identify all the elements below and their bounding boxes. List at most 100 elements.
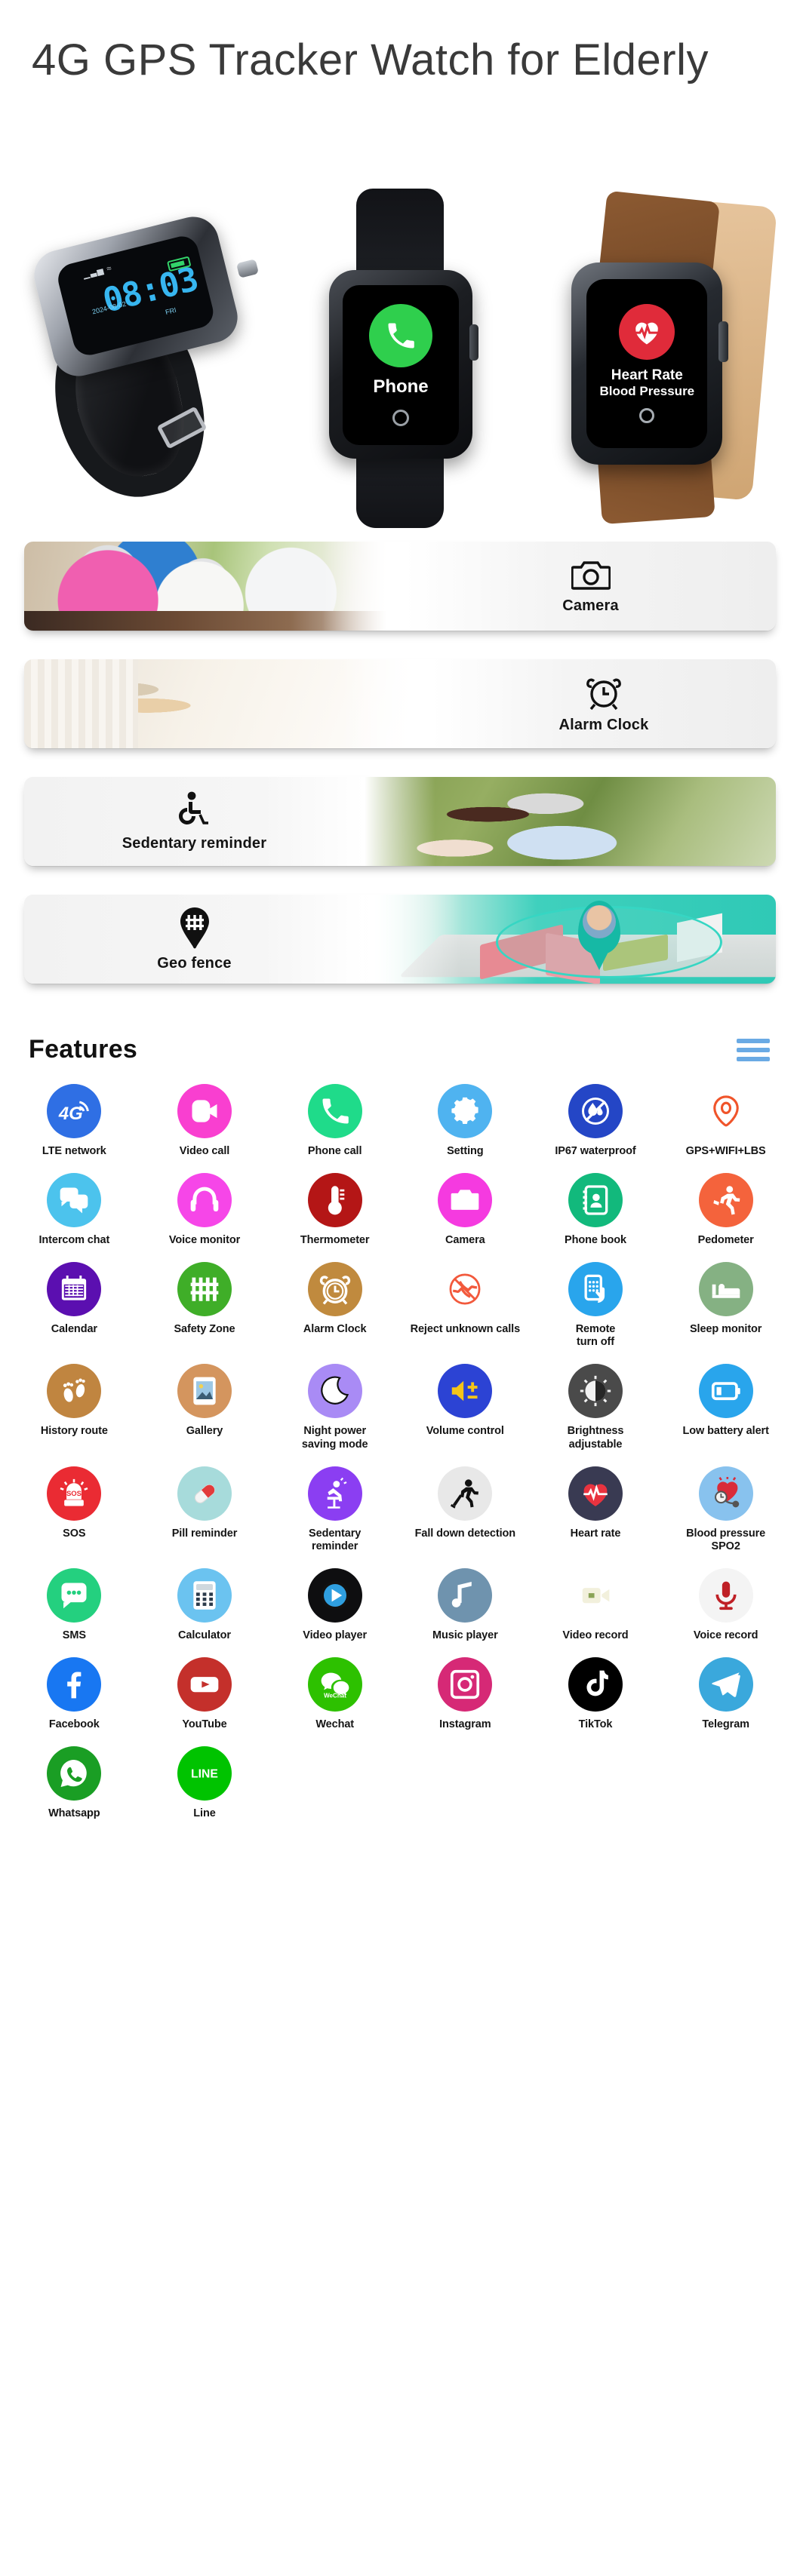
feature-item[interactable]: Pill reminder — [140, 1459, 270, 1556]
bed-icon — [698, 1262, 753, 1317]
feature-item[interactable]: Intercom chat — [9, 1165, 140, 1250]
feature-item[interactable]: 4G LTE network — [9, 1076, 140, 1161]
watch-day: FRI — [164, 305, 177, 316]
feature-label: LTE network — [42, 1145, 106, 1157]
svg-text:SOS: SOS — [66, 1490, 82, 1498]
feature-item[interactable]: IP67 waterproof — [531, 1076, 661, 1161]
hero-section: 4G GPS Tracker Watch for Elderly ▁▃▅ ≈ 0… — [0, 0, 800, 528]
microphone-icon — [698, 1567, 753, 1623]
feature-item[interactable]: Alarm Clock — [269, 1254, 400, 1352]
banner-label: Alarm Clock — [558, 716, 649, 733]
feature-item[interactable]: Instagram — [400, 1650, 531, 1734]
feature-item[interactable]: Gallery — [140, 1356, 270, 1454]
feature-item[interactable]: Pedometer — [660, 1165, 791, 1250]
feature-label: Voice record — [693, 1629, 758, 1641]
feature-item[interactable]: Calculator — [140, 1561, 270, 1645]
feature-item[interactable]: Voice record — [660, 1561, 791, 1645]
feature-item[interactable]: Night power saving mode — [269, 1356, 400, 1454]
phone-call-icon — [307, 1084, 362, 1138]
feature-label: Calculator — [178, 1629, 231, 1641]
feature-label: Music player — [432, 1629, 498, 1641]
feature-item[interactable]: LINE Line — [140, 1739, 270, 1823]
feature-item[interactable]: Low battery alert — [660, 1356, 791, 1454]
feature-label: Facebook — [48, 1718, 100, 1730]
feature-label: SMS — [62, 1629, 86, 1641]
thermometer-icon — [307, 1173, 362, 1228]
gallery-image-icon — [177, 1364, 232, 1419]
banner-content: Geo fence — [24, 895, 365, 984]
feature-item[interactable]: Facebook — [9, 1650, 140, 1734]
feature-item[interactable]: History route — [9, 1356, 140, 1454]
feature-item[interactable]: Safety Zone — [140, 1254, 270, 1352]
watch-screen: Phone — [342, 285, 459, 445]
feature-item[interactable]: Video record — [531, 1561, 661, 1645]
feature-item[interactable]: SOS SOS — [9, 1459, 140, 1556]
feature-item[interactable]: Whatsapp — [9, 1739, 140, 1823]
signal-bars-icon: ▁▃▅ ≈ — [82, 263, 113, 280]
features-header: Features — [0, 1018, 800, 1072]
geo-fence-pin-icon — [178, 907, 211, 949]
fence-icon — [177, 1262, 232, 1317]
feature-item[interactable]: GPS+WIFI+LBS — [660, 1076, 791, 1161]
watch-screen: Heart Rate Blood Pressure — [586, 279, 708, 448]
tiktok-icon — [568, 1656, 623, 1712]
feature-item[interactable]: Calendar — [9, 1254, 140, 1352]
feature-item[interactable]: Video call — [140, 1076, 270, 1161]
camera-icon — [571, 558, 611, 591]
feature-item[interactable]: Volume control — [400, 1356, 531, 1454]
feature-item[interactable]: Brightness adjustable — [531, 1356, 661, 1454]
feature-item[interactable]: Voice monitor — [140, 1165, 270, 1250]
feature-item[interactable]: Setting — [400, 1076, 531, 1161]
feature-label: IP67 waterproof — [555, 1145, 636, 1157]
banner-label: Camera — [562, 597, 619, 614]
hamburger-menu-icon[interactable] — [737, 1038, 770, 1061]
page-title: 4G GPS Tracker Watch for Elderly — [32, 35, 709, 84]
feature-item[interactable]: Remote turn off — [531, 1254, 661, 1352]
watch-screen-label: Phone — [373, 376, 429, 397]
feature-label: Whatsapp — [48, 1807, 100, 1820]
feature-item[interactable]: Reject unknown calls — [400, 1254, 531, 1352]
wechat-icon: WeChat — [307, 1656, 362, 1712]
menu-bar — [737, 1047, 770, 1052]
feature-label: Heart rate — [570, 1527, 621, 1540]
feature-item[interactable]: TikTok — [531, 1650, 661, 1734]
feature-label: Sleep monitor — [689, 1323, 762, 1336]
banner-camera[interactable]: Camera — [24, 542, 776, 631]
feature-item[interactable]: Telegram — [660, 1650, 791, 1734]
watch-image-black: Phone — [309, 189, 491, 528]
facebook-icon — [47, 1656, 102, 1712]
location-pin-icon — [698, 1084, 753, 1138]
telegram-icon — [698, 1656, 753, 1712]
feature-item[interactable]: Camera — [400, 1165, 531, 1250]
feature-label: Alarm Clock — [303, 1323, 367, 1336]
banner-geo-fence[interactable]: Geo fence — [24, 895, 776, 984]
banner-alarm-clock[interactable]: Alarm Clock — [24, 659, 776, 748]
feature-label: Sedentary reminder — [309, 1527, 362, 1552]
banner-sedentary-reminder[interactable]: Sedentary reminder — [24, 777, 776, 866]
feature-banners: Camera Alarm Clock Sedentary reminder Ge… — [0, 528, 800, 1018]
feature-label: Phone call — [307, 1145, 362, 1157]
feature-item[interactable]: Music player — [400, 1561, 531, 1645]
music-note-icon — [438, 1567, 493, 1623]
couple-outdoors-photo — [365, 777, 776, 866]
feature-item[interactable]: Phone book — [531, 1165, 661, 1250]
feature-item[interactable]: Heart rate — [531, 1459, 661, 1556]
svg-text:LINE: LINE — [191, 1768, 218, 1781]
banner-content: Alarm Clock — [432, 659, 776, 748]
feature-item[interactable]: Video player — [269, 1561, 400, 1645]
feature-item[interactable]: Fall down detection — [400, 1459, 531, 1556]
feature-item[interactable]: Sleep monitor — [660, 1254, 791, 1352]
feature-item[interactable]: Blood pressure SPO2 — [660, 1459, 791, 1556]
feature-item[interactable]: Phone call — [269, 1076, 400, 1161]
feature-item[interactable]: YouTube — [140, 1650, 270, 1734]
feature-item[interactable]: Sedentary reminder — [269, 1459, 400, 1556]
feature-item[interactable]: Thermometer — [269, 1165, 400, 1250]
play-button-icon — [307, 1567, 362, 1623]
sms-bubble-icon — [47, 1567, 102, 1623]
watch-side-button — [469, 324, 478, 361]
blood-pressure-icon — [698, 1466, 753, 1521]
menu-bar — [737, 1038, 770, 1043]
feature-item[interactable]: WeChat Wechat — [269, 1650, 400, 1734]
feature-item[interactable]: SMS — [9, 1561, 140, 1645]
avatar — [583, 905, 617, 938]
